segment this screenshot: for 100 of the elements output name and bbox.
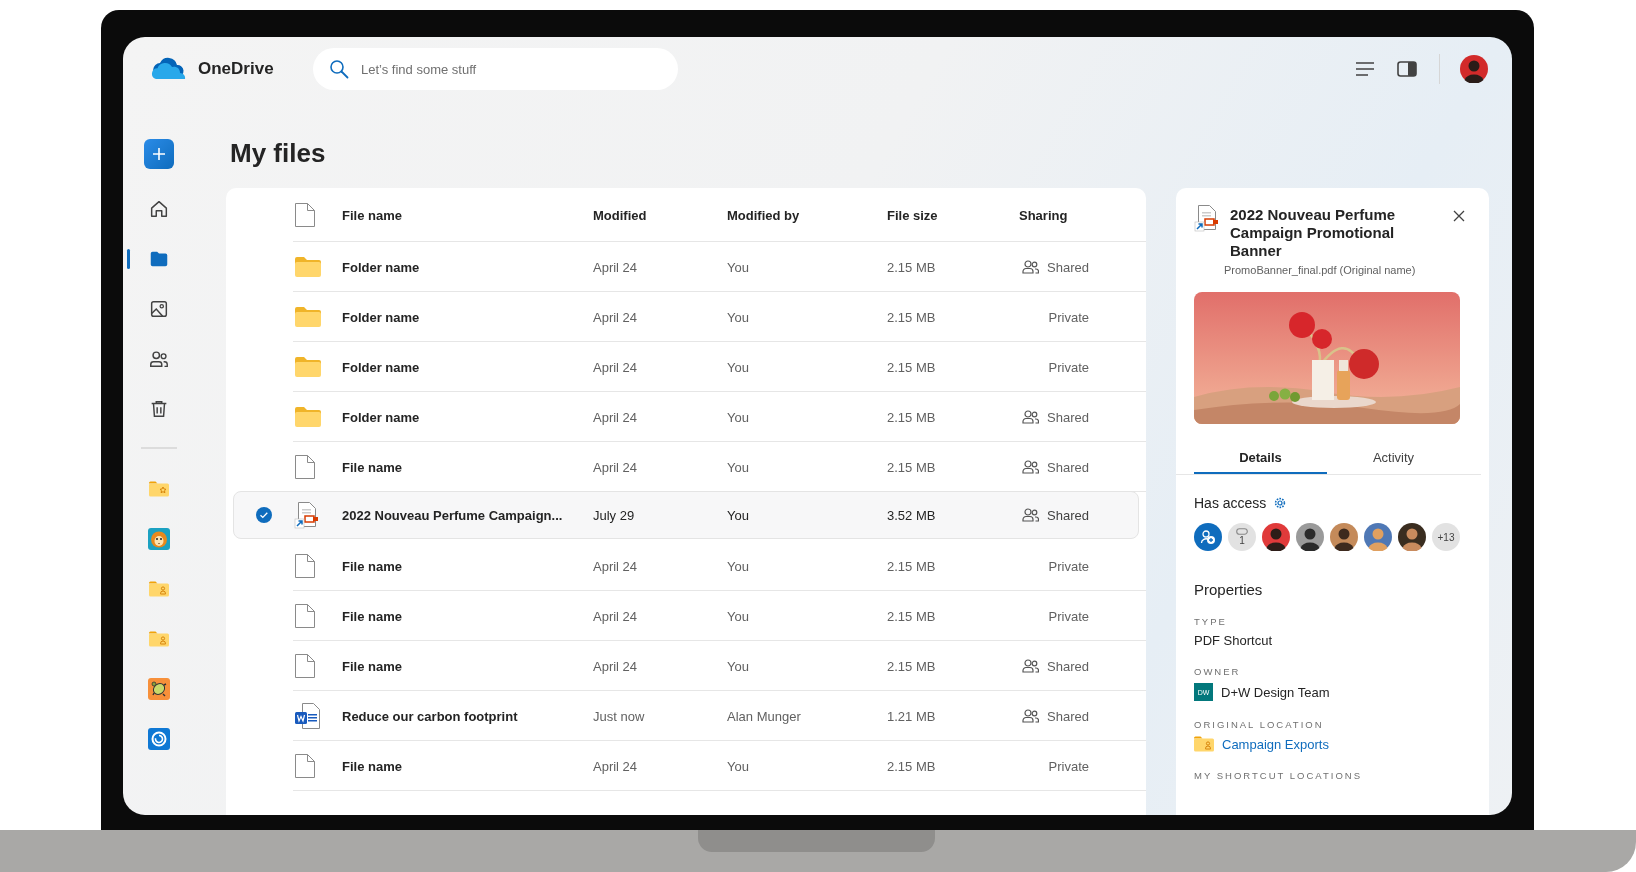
file-size: 2.15 MB: [887, 359, 937, 375]
details-title: 2022 Nouveau Perfume Campaign Promotional Banner: [1230, 205, 1397, 260]
sharing-status: Shared: [1047, 507, 1089, 523]
lion-app-icon: [147, 527, 171, 551]
panel-tab[interactable]: Activity: [1327, 442, 1460, 474]
home-icon: [148, 198, 170, 220]
file-row[interactable]: File name April 24 You 2.15 MB Private: [226, 741, 1146, 791]
file-size: 2.15 MB: [887, 558, 937, 574]
check-circle-icon[interactable]: [256, 507, 272, 523]
property-label: OWNER: [1194, 666, 1242, 677]
file-row[interactable]: Folder name April 24 You 2.15 MB Shared: [226, 242, 1146, 292]
file-row[interactable]: 2022 Nouveau Perfume Campaign... July 29 You 3.52 MB Shared: [233, 491, 1139, 539]
modified-by: You: [727, 558, 750, 574]
modified-by: Alan Munger: [727, 708, 802, 724]
file-row[interactable]: File name April 24 You 2.15 MB Private: [226, 541, 1146, 591]
modified-date: April 24: [593, 309, 639, 325]
settings-icon[interactable]: [1274, 497, 1287, 509]
folder-icon: [294, 356, 322, 378]
file-icon: [294, 603, 316, 629]
file-row[interactable]: File name April 24 You 2.15 MB Shared: [226, 641, 1146, 691]
file-row[interactable]: Folder name April 24 You 2.15 MB Private: [226, 342, 1146, 392]
link-count-chip[interactable]: 1: [1228, 523, 1256, 551]
file-icon: [294, 653, 316, 679]
property-label: MY SHORTCUT LOCATIONS: [1194, 770, 1363, 781]
sharing-status: Private: [1048, 758, 1089, 774]
section-heading: Properties: [1194, 581, 1264, 598]
file-name: File name: [342, 558, 403, 574]
folder-icon: [294, 306, 322, 328]
folder-icon: [294, 406, 322, 428]
file-name: Folder name: [342, 359, 421, 375]
person-avatar: [1296, 523, 1324, 551]
sharing-status: Private: [1048, 558, 1089, 574]
column-header[interactable]: Sharing: [1019, 207, 1089, 223]
person-avatar: [1364, 523, 1392, 551]
modified-by: You: [727, 409, 750, 425]
sharing-status: Private: [1048, 359, 1089, 375]
file-icon: [294, 553, 316, 579]
modified-by: You: [727, 608, 750, 624]
person-avatar: [1398, 523, 1426, 551]
image-icon: [148, 298, 170, 320]
panel-tab[interactable]: Details: [1194, 442, 1327, 474]
file-size: 2.15 MB: [887, 608, 937, 624]
search-icon: [329, 59, 349, 79]
file-size: 3.52 MB: [887, 507, 937, 523]
sharing-status: Private: [1048, 608, 1089, 624]
person-avatar: [1262, 523, 1290, 551]
file-row[interactable]: Folder name April 24 You 2.15 MB Private: [226, 292, 1146, 342]
new-button[interactable]: [144, 139, 174, 169]
more-people-chip[interactable]: +13: [1432, 523, 1460, 551]
add-people-button[interactable]: [1194, 523, 1222, 551]
file-row[interactable]: File name April 24 You 2.15 MB Private: [226, 591, 1146, 641]
column-header[interactable]: File size: [887, 207, 1019, 223]
ring-app-icon: [147, 727, 171, 751]
people-icon: [148, 348, 170, 370]
column-header[interactable]: Modified: [593, 207, 727, 223]
modified-date: Just now: [593, 708, 646, 724]
file-row[interactable]: Reduce our carbon footprint Just now Alan Munger 1.21 MB Shared: [226, 691, 1146, 741]
modified-date: April 24: [593, 658, 639, 674]
modified-date: April 24: [593, 259, 639, 275]
pdf-shortcut-icon: [294, 501, 320, 529]
original-name: PromoBanner_final.pdf (Original name): [1224, 264, 1417, 276]
property-label: TYPE: [1194, 616, 1228, 627]
modified-by: You: [727, 459, 750, 475]
file-name: 2022 Nouveau Perfume Campaign...: [342, 507, 564, 523]
word-doc-icon: [294, 702, 322, 730]
file-icon: [294, 454, 316, 480]
plus-icon: [152, 147, 166, 161]
profile-avatar: [1460, 55, 1488, 83]
sharing-status: Shared: [1047, 409, 1089, 425]
sharing-status: Private: [1048, 309, 1089, 325]
column-header[interactable]: File name: [342, 207, 593, 223]
modified-date: April 24: [593, 459, 639, 475]
sharing-status: Shared: [1047, 658, 1089, 674]
app-name: OneDrive: [198, 59, 274, 79]
search-field[interactable]: Let’s find some stuff: [313, 48, 678, 90]
file-type-icon: [294, 202, 316, 228]
folder-icon: [294, 256, 322, 278]
file-icon: [294, 753, 316, 779]
file-size: 2.15 MB: [887, 309, 937, 325]
file-name: Folder name: [342, 309, 421, 325]
modified-date: April 24: [593, 558, 639, 574]
sharing-status: Shared: [1047, 708, 1089, 724]
file-size: 2.15 MB: [887, 758, 937, 774]
modified-by: You: [727, 507, 750, 523]
file-size: 2.15 MB: [887, 459, 937, 475]
file-name: Folder name: [342, 259, 421, 275]
file-name: Reduce our carbon footprint: [342, 708, 519, 724]
column-header[interactable]: Modified by: [727, 207, 887, 223]
file-size: 2.15 MB: [887, 409, 937, 425]
file-row[interactable]: Folder name April 24 You 2.15 MB Shared: [226, 392, 1146, 442]
property-value: PDF Shortcut: [1194, 633, 1273, 648]
modified-date: April 24: [593, 409, 639, 425]
file-row[interactable]: File name April 24 You 2.15 MB Shared: [226, 442, 1146, 492]
add-person-icon: [1200, 529, 1216, 545]
owner-name: D+W Design Team: [1221, 684, 1330, 700]
section-heading: Has access: [1194, 495, 1267, 511]
cloud-logo-icon: [150, 57, 186, 81]
modified-by: You: [727, 309, 750, 325]
close-icon: [1453, 210, 1465, 222]
location-link[interactable]: Campaign Exports: [1222, 736, 1329, 752]
